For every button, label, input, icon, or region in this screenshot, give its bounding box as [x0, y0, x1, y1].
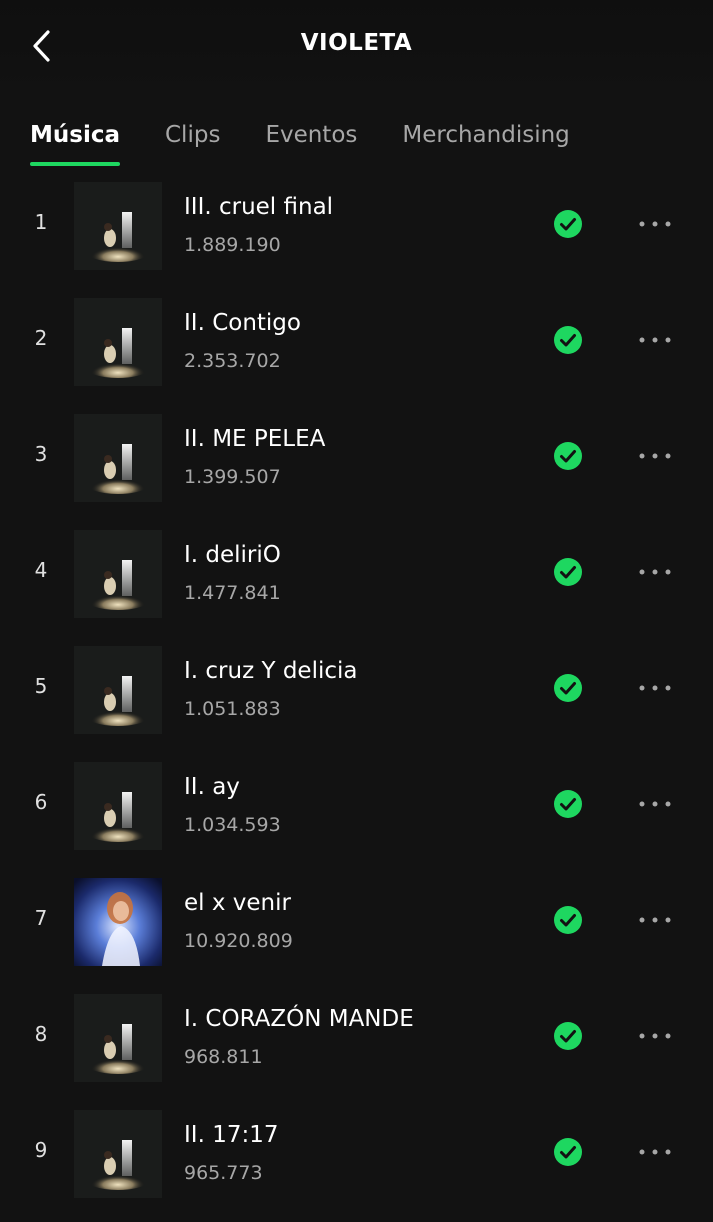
- more-options-icon: [639, 1149, 671, 1155]
- track-title: III. cruel final: [184, 194, 334, 220]
- saved-button[interactable]: [553, 789, 583, 819]
- check-circle-icon: [554, 558, 582, 586]
- more-options-button[interactable]: [634, 900, 676, 940]
- track-play-count: 1.051.883: [184, 698, 281, 720]
- more-options-button[interactable]: [634, 668, 676, 708]
- track-title: II. Contigo: [184, 310, 301, 336]
- dark-spotlight-cover: [74, 762, 162, 850]
- check-circle-icon: [554, 326, 582, 354]
- track-rank: 9: [34, 1138, 48, 1162]
- spotlight-art: [74, 414, 162, 502]
- page-title: VIOLETA: [300, 30, 413, 56]
- track-title: el x venir: [184, 890, 291, 916]
- saved-button[interactable]: [553, 1137, 583, 1167]
- spotlight-art: [74, 762, 162, 850]
- track-row[interactable]: 6 II. ay 1.034.593: [0, 758, 713, 874]
- track-title: II. ay: [184, 774, 240, 800]
- track-rank: 4: [34, 558, 48, 582]
- track-rank: 2: [34, 326, 48, 350]
- track-title: I. CORAZÓN MANDE: [184, 1006, 414, 1032]
- track-row[interactable]: 3 II. ME PELEA 1.399.507: [0, 410, 713, 526]
- track-rank: 3: [34, 442, 48, 466]
- more-options-button[interactable]: [634, 320, 676, 360]
- more-options-icon: [639, 685, 671, 691]
- saved-button[interactable]: [553, 673, 583, 703]
- more-options-icon: [639, 801, 671, 807]
- spotlight-art: [74, 1110, 162, 1198]
- saved-button[interactable]: [553, 325, 583, 355]
- track-play-count: 2.353.702: [184, 350, 281, 372]
- saved-button[interactable]: [553, 1021, 583, 1051]
- dark-spotlight-cover: [74, 414, 162, 502]
- track-play-count: 968.811: [184, 1046, 263, 1068]
- track-row[interactable]: 7 el x venir 10.920.809: [0, 874, 713, 990]
- track-row[interactable]: 9 II. 17:17 965.773: [0, 1106, 713, 1222]
- spotlight-art: [74, 994, 162, 1082]
- more-options-icon: [639, 917, 671, 923]
- more-options-icon: [639, 569, 671, 575]
- more-options-button[interactable]: [634, 784, 676, 824]
- dark-spotlight-cover: [74, 646, 162, 734]
- track-list: 1 III. cruel final 1.889.190 2 II. Conti…: [0, 178, 713, 1222]
- more-options-button[interactable]: [634, 204, 676, 244]
- blue-portrait-art: [74, 878, 162, 966]
- tab-musica[interactable]: Música: [30, 122, 120, 166]
- track-row[interactable]: 2 II. Contigo 2.353.702: [0, 294, 713, 410]
- spotlight-art: [74, 530, 162, 618]
- track-play-count: 1.034.593: [184, 814, 281, 836]
- track-rank: 1: [34, 210, 48, 234]
- track-play-count: 1.399.507: [184, 466, 281, 488]
- track-play-count: 1.477.841: [184, 582, 281, 604]
- track-title: I. cruz Y delicia: [184, 658, 358, 684]
- track-play-count: 10.920.809: [184, 930, 293, 952]
- check-circle-icon: [554, 906, 582, 934]
- saved-button[interactable]: [553, 441, 583, 471]
- more-options-button[interactable]: [634, 436, 676, 476]
- dark-spotlight-cover: [74, 298, 162, 386]
- track-row[interactable]: 5 I. cruz Y delicia 1.051.883: [0, 642, 713, 758]
- check-circle-icon: [554, 674, 582, 702]
- tab-bar: Música Clips Eventos Merchandising: [30, 122, 615, 174]
- track-play-count: 1.889.190: [184, 234, 281, 256]
- track-title: II. ME PELEA: [184, 426, 326, 452]
- check-circle-icon: [554, 442, 582, 470]
- blue-portrait-cover: [74, 878, 162, 966]
- check-circle-icon: [554, 210, 582, 238]
- track-row[interactable]: 8 I. CORAZÓN MANDE 968.811: [0, 990, 713, 1106]
- more-options-icon: [639, 453, 671, 459]
- more-options-button[interactable]: [634, 1132, 676, 1172]
- spotlight-art: [74, 646, 162, 734]
- check-circle-icon: [554, 1022, 582, 1050]
- track-rank: 8: [34, 1022, 48, 1046]
- more-options-button[interactable]: [634, 552, 676, 592]
- more-options-icon: [639, 221, 671, 227]
- check-circle-icon: [554, 790, 582, 818]
- track-title: I. deliriO: [184, 542, 281, 568]
- check-circle-icon: [554, 1138, 582, 1166]
- tab-eventos[interactable]: Eventos: [265, 122, 357, 166]
- tab-merchandising[interactable]: Merchandising: [402, 122, 569, 166]
- saved-button[interactable]: [553, 557, 583, 587]
- top-bar: VIOLETA: [0, 0, 713, 100]
- track-rank: 7: [34, 906, 48, 930]
- spotlight-art: [74, 298, 162, 386]
- saved-button[interactable]: [553, 209, 583, 239]
- spotlight-art: [74, 182, 162, 270]
- dark-spotlight-cover: [74, 182, 162, 270]
- track-rank: 5: [34, 674, 48, 698]
- more-options-icon: [639, 337, 671, 343]
- track-rank: 6: [34, 790, 48, 814]
- saved-button[interactable]: [553, 905, 583, 935]
- tab-clips[interactable]: Clips: [165, 122, 220, 166]
- track-play-count: 965.773: [184, 1162, 263, 1184]
- track-title: II. 17:17: [184, 1122, 279, 1148]
- track-row[interactable]: 1 III. cruel final 1.889.190: [0, 178, 713, 294]
- more-options-button[interactable]: [634, 1016, 676, 1056]
- dark-spotlight-cover: [74, 530, 162, 618]
- dark-spotlight-cover: [74, 1110, 162, 1198]
- track-row[interactable]: 4 I. deliriO 1.477.841: [0, 526, 713, 642]
- more-options-icon: [639, 1033, 671, 1039]
- dark-spotlight-cover: [74, 994, 162, 1082]
